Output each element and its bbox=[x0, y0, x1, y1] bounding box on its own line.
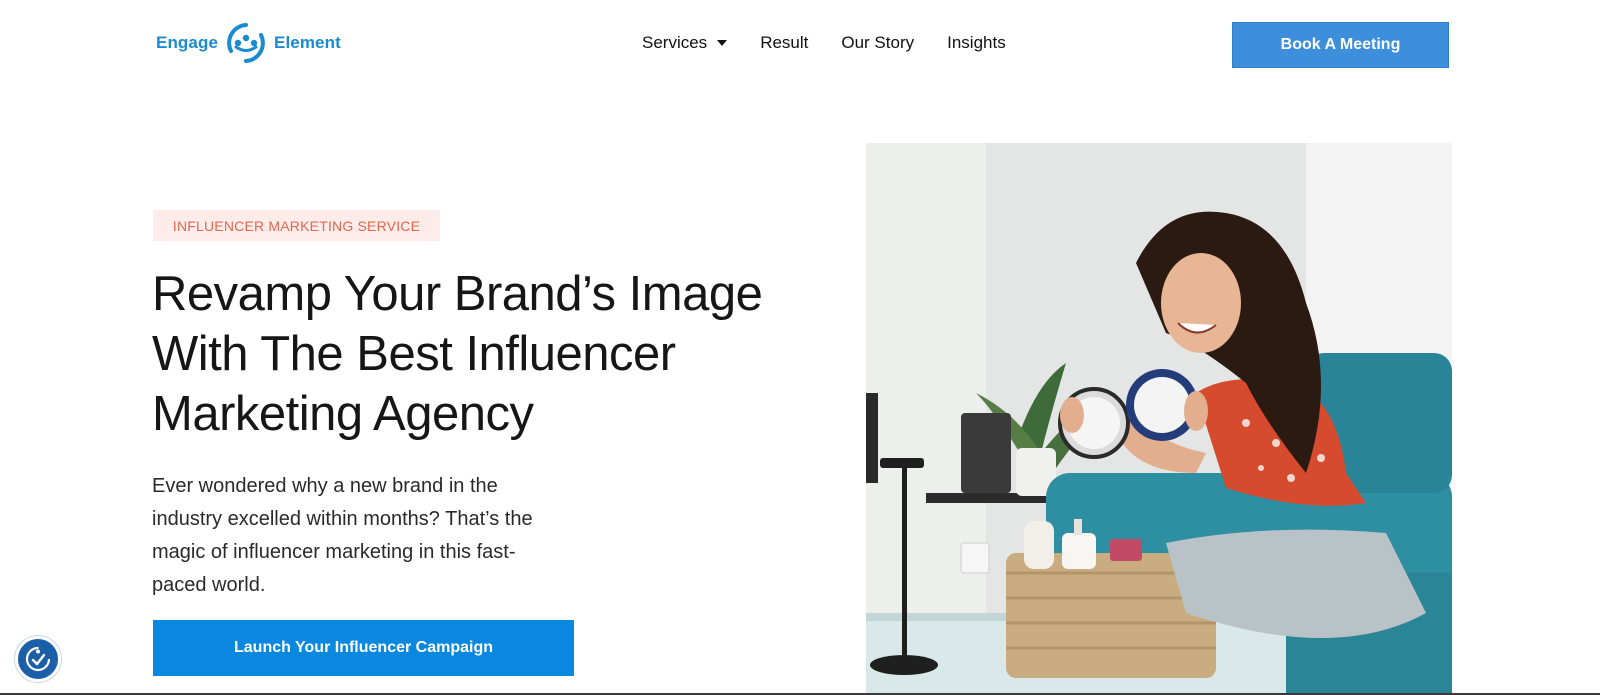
hero-headline: Revamp Your Brand’s Image With The Best … bbox=[152, 264, 842, 444]
hero-description: Ever wondered why a new brand in the ind… bbox=[152, 470, 582, 602]
headline-line: With The Best Influencer bbox=[152, 327, 676, 381]
logo-right-word: Element bbox=[274, 33, 341, 52]
lede-line: Ever wondered why a new brand in the bbox=[152, 475, 498, 497]
service-badge: INFLUENCER MARKETING SERVICE bbox=[153, 210, 440, 241]
headline-line: Revamp Your Brand’s Image bbox=[152, 267, 763, 321]
engage-element-logo-icon bbox=[227, 23, 265, 63]
lede-line: paced world. bbox=[152, 574, 266, 596]
lede-line: industry excelled within months? That’s … bbox=[152, 508, 533, 530]
nav-item-insights[interactable]: Insights bbox=[947, 33, 1006, 53]
nav-item-label: Services bbox=[642, 33, 708, 52]
nav-item-label: Insights bbox=[947, 33, 1006, 52]
book-meeting-button[interactable]: Book A Meeting bbox=[1232, 22, 1449, 68]
logo[interactable]: Engage Element bbox=[156, 18, 341, 68]
nav-item-our-story[interactable]: Our Story bbox=[841, 33, 914, 53]
headline-line: Marketing Agency bbox=[152, 387, 534, 441]
logo-left-word: Engage bbox=[156, 33, 219, 52]
nav-item-label: Result bbox=[760, 33, 809, 52]
lede-line: magic of influencer marketing in this fa… bbox=[152, 541, 516, 563]
woman-with-mirrors-photo bbox=[866, 143, 1452, 695]
nav-item-label: Our Story bbox=[841, 33, 915, 52]
main-nav: Services Result Our Story Insights bbox=[642, 30, 1006, 56]
nav-item-result[interactable]: Result bbox=[760, 33, 808, 53]
accessibility-widget-button[interactable] bbox=[15, 636, 61, 682]
launch-campaign-button[interactable]: Launch Your Influencer Campaign bbox=[153, 620, 574, 676]
page: Engage Element Services Result Our Story… bbox=[0, 0, 1600, 695]
accessibility-icon bbox=[25, 646, 51, 672]
caret-down-icon bbox=[717, 40, 728, 46]
nav-item-services[interactable]: Services bbox=[642, 33, 728, 53]
